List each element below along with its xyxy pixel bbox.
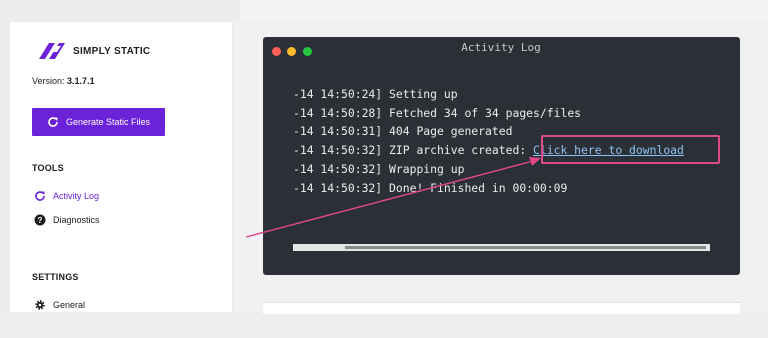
log-line: -14 14:50:32] Wrapping up	[293, 160, 684, 179]
sidebar-item-label: Diagnostics	[53, 215, 100, 225]
simply-static-logo-icon	[39, 43, 65, 59]
version-label: Version:	[32, 76, 65, 86]
version-info: Version: 3.1.7.1	[32, 76, 95, 86]
svg-text:?: ?	[38, 216, 43, 225]
sidebar-item-diagnostics[interactable]: ? Diagnostics	[34, 214, 100, 226]
sidebar-item-activity-log[interactable]: Activity Log	[34, 190, 99, 202]
background-top	[240, 0, 768, 22]
log-line: -14 14:50:32] ZIP archive created: Click…	[293, 141, 684, 160]
log-line: -14 14:50:31] 404 Page generated	[293, 122, 684, 141]
generate-button-label: Generate Static Files	[65, 117, 151, 127]
log-message: Setting up	[389, 87, 458, 101]
log-message: Done! Finished in 00:00:09	[389, 180, 568, 195]
log-line: -14 14:50:32] Done! Finished in 00:00:09	[293, 179, 684, 198]
logo-text: Simply Static	[73, 45, 151, 57]
log-message: Wrapping up	[389, 161, 465, 176]
download-zip-link[interactable]: Click here to download	[533, 143, 684, 157]
log-line: -14 14:50:24] Setting up	[293, 85, 684, 104]
log-message: Fetched 34 of 34 pages/files	[389, 105, 582, 120]
log-message: ZIP archive created:	[389, 143, 527, 158]
log-message: 404 Page generated	[389, 124, 513, 139]
log-timestamp: -14 14:50:24]	[293, 87, 383, 101]
activity-log-terminal: Activity Log -14 14:50:24] Setting up -1…	[263, 37, 740, 275]
log-timestamp: -14 14:50:31]	[293, 124, 383, 139]
terminal-title: Activity Log	[461, 41, 541, 54]
help-circle-icon: ?	[34, 214, 46, 226]
progress-bar	[293, 244, 710, 251]
background-bottom	[0, 310, 768, 338]
sidebar-item-label: Activity Log	[53, 191, 100, 201]
log-lines: -14 14:50:24] Setting up -14 14:50:28] F…	[293, 85, 684, 197]
log-line: -14 14:50:28] Fetched 34 of 34 pages/fil…	[293, 104, 684, 123]
settings-heading: SETTINGS	[32, 272, 79, 282]
log-timestamp: -14 14:50:32]	[293, 161, 383, 176]
progress-bar-fill	[345, 246, 706, 249]
logo[interactable]: Simply Static	[36, 41, 150, 61]
tools-heading: TOOLS	[32, 163, 64, 173]
refresh-icon	[34, 190, 46, 202]
screenshot: Simply Static Version: 3.1.7.1 Generate …	[0, 0, 768, 338]
log-timestamp: -14 14:50:32]	[293, 143, 383, 158]
generate-static-files-button[interactable]: Generate Static Files	[32, 108, 165, 136]
version-value: 3.1.7.1	[67, 76, 95, 86]
sidebar-item-general[interactable]: General	[34, 299, 85, 311]
log-timestamp: -14 14:50:32]	[293, 180, 383, 195]
gear-icon	[34, 299, 46, 311]
refresh-icon	[48, 117, 58, 127]
sidebar-item-label: General	[53, 300, 86, 310]
log-timestamp: -14 14:50:28]	[293, 105, 383, 120]
sidebar: Simply Static Version: 3.1.7.1 Generate …	[10, 22, 232, 312]
lower-card	[263, 302, 740, 314]
